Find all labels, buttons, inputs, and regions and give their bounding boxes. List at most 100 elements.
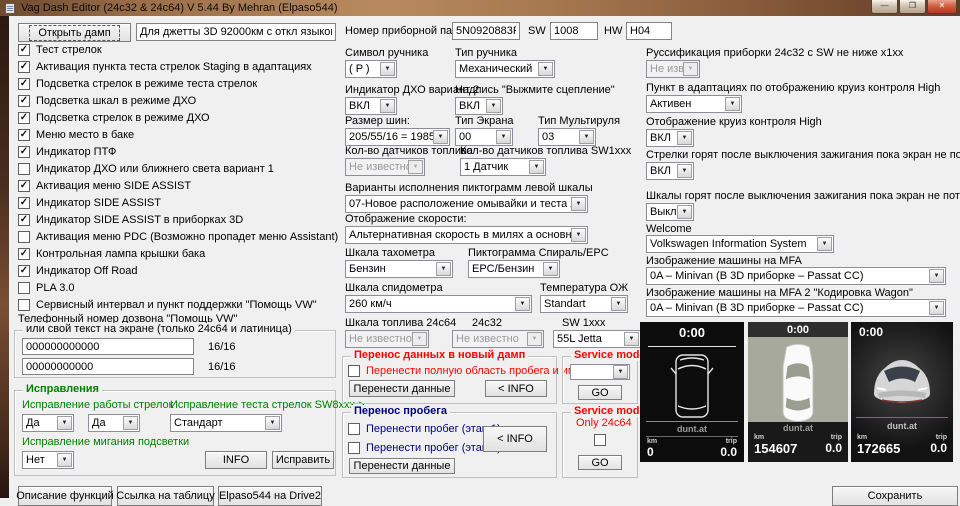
- minimize-icon[interactable]: —: [871, 0, 898, 14]
- tacho-select[interactable]: Бензин ▼: [345, 260, 453, 278]
- checkbox-item[interactable]: Активация меню PDC (Возможно пропадет ме…: [18, 228, 338, 245]
- sw-input[interactable]: [550, 22, 598, 40]
- chevron-down-icon[interactable]: ▼: [529, 160, 544, 174]
- checkbox[interactable]: ✓: [18, 77, 30, 90]
- chevron-down-icon[interactable]: ▼: [433, 130, 448, 144]
- checkbox[interactable]: [18, 298, 30, 311]
- dxo2-select[interactable]: ВКЛ ▼: [345, 97, 397, 115]
- welcome-select[interactable]: Volkswagen Information System ▼: [646, 235, 834, 253]
- chevron-down-icon[interactable]: ▼: [515, 297, 530, 311]
- chevron-down-icon[interactable]: ▼: [486, 99, 501, 113]
- handbrake-select[interactable]: Механический ▼: [455, 60, 555, 78]
- checkbox-item[interactable]: ✓ Контрольная лампа крышки бака: [18, 245, 338, 262]
- mfa-select[interactable]: 0A – Minivan (В 3D приборке – Passat CC)…: [646, 267, 946, 285]
- service-mode2-go-button[interactable]: GO: [578, 455, 622, 470]
- checkbox-item[interactable]: Индикатор ДХО или ближнего света вариант…: [18, 160, 338, 177]
- checkbox[interactable]: [18, 281, 30, 294]
- chevron-down-icon[interactable]: ▼: [57, 416, 72, 430]
- chevron-down-icon[interactable]: ▼: [613, 365, 628, 379]
- coolant-select[interactable]: Standart ▼: [540, 295, 628, 313]
- checkbox-item[interactable]: ✓ Индикатор SIDE ASSIST: [18, 194, 338, 211]
- checkbox[interactable]: ✓: [18, 196, 30, 209]
- chevron-down-icon[interactable]: ▼: [677, 131, 692, 145]
- wheel-select[interactable]: 03 ▼: [538, 128, 596, 146]
- chevron-down-icon[interactable]: ▼: [677, 205, 692, 219]
- chevron-down-icon[interactable]: ▼: [496, 130, 511, 144]
- checkbox[interactable]: ✓: [18, 94, 30, 107]
- chevron-down-icon[interactable]: ▼: [929, 301, 944, 315]
- custom-text-input-1[interactable]: [22, 338, 194, 355]
- chevron-down-icon[interactable]: ▼: [538, 62, 553, 76]
- functions-desc-button[interactable]: Описание функций: [16, 486, 114, 506]
- fix-blink-select[interactable]: Нет ▼: [22, 451, 74, 469]
- checkbox[interactable]: ✓: [18, 179, 30, 192]
- custom-text-input-2[interactable]: [22, 358, 194, 375]
- service-mode-select[interactable]: ▼: [570, 364, 630, 380]
- checkbox[interactable]: ✓: [18, 60, 30, 73]
- transfer-dump-button[interactable]: Перенести данные: [349, 380, 455, 397]
- open-dump-button[interactable]: Открыть дамп: [18, 23, 131, 42]
- drive2-link-button[interactable]: Elpaso544 на Drive2: [218, 486, 322, 506]
- pictograms-select[interactable]: 07-Новое расположение омывайки и теста л…: [345, 195, 588, 213]
- checkbox-item[interactable]: ✓ Активация меню SIDE ASSIST: [18, 177, 338, 194]
- checkbox[interactable]: [348, 422, 360, 435]
- chevron-down-icon[interactable]: ▼: [571, 228, 586, 242]
- checkbox-item[interactable]: ✓ Активация пункта теста стрелок Staging…: [18, 58, 338, 75]
- checkbox[interactable]: ✓: [18, 145, 30, 158]
- chevron-down-icon[interactable]: ▼: [543, 262, 558, 276]
- fixes-apply-button[interactable]: Исправить: [272, 451, 334, 469]
- chevron-down-icon[interactable]: ▼: [624, 332, 639, 346]
- checkbox-item[interactable]: ✓ Подсветка шкал в режиме ДХО: [18, 92, 338, 109]
- needles-glow-select[interactable]: ВКЛ ▼: [646, 162, 694, 180]
- checkbox[interactable]: ✓: [18, 111, 30, 124]
- service-mode-go-button[interactable]: GO: [578, 385, 622, 400]
- checkbox-item[interactable]: ✓ Индикатор ПТФ: [18, 143, 338, 160]
- chevron-down-icon[interactable]: ▼: [579, 130, 594, 144]
- checkbox[interactable]: ✓: [18, 128, 30, 141]
- save-button[interactable]: Сохранить: [832, 486, 958, 506]
- cruise-disp-select[interactable]: ВКЛ ▼: [646, 129, 694, 147]
- checkbox-item[interactable]: ✓ Тест стрелок: [18, 41, 338, 58]
- close-icon[interactable]: ✕: [927, 0, 957, 14]
- checkbox-item[interactable]: Сервисный интервал и пункт поддержки "По…: [18, 296, 338, 313]
- chevron-down-icon[interactable]: ▼: [929, 269, 944, 283]
- chevron-down-icon[interactable]: ▼: [123, 416, 138, 430]
- checkbox-item[interactable]: ✓ Подсветка стрелок в режиме ДХО: [18, 109, 338, 126]
- chevron-down-icon[interactable]: ▼: [817, 237, 832, 251]
- checkbox-item[interactable]: ✓ Подсветка стрелок в режиме теста стрел…: [18, 75, 338, 92]
- checkbox[interactable]: [18, 162, 30, 175]
- chevron-down-icon[interactable]: ▼: [677, 164, 692, 178]
- clutch-select[interactable]: ВКЛ ▼: [455, 97, 503, 115]
- chevron-down-icon[interactable]: ▼: [380, 99, 395, 113]
- sym-select[interactable]: ( P ) ▼: [345, 60, 397, 78]
- checkbox[interactable]: [348, 364, 360, 377]
- scales-glow-select[interactable]: Выкл ▼: [646, 203, 694, 221]
- chevron-down-icon[interactable]: ▼: [571, 197, 586, 211]
- panel-id-input[interactable]: [452, 22, 520, 40]
- hw-input[interactable]: [626, 22, 672, 40]
- checkbox-item[interactable]: PLA 3.0: [18, 279, 338, 296]
- maximize-icon[interactable]: ❒: [899, 0, 926, 14]
- speedo-select[interactable]: 260 км/ч ▼: [345, 295, 532, 313]
- spiral-select[interactable]: EPC/Бензин ▼: [468, 260, 560, 278]
- checkbox[interactable]: ✓: [18, 43, 30, 56]
- screen-select[interactable]: 00 ▼: [455, 128, 513, 146]
- checkbox[interactable]: [594, 434, 606, 446]
- cruise-adapt-select[interactable]: Активен ▼: [646, 95, 742, 113]
- table-link-button[interactable]: Ссылка на таблицу: [116, 486, 215, 506]
- checkbox[interactable]: [348, 441, 360, 454]
- checkbox-item[interactable]: ✓ Индикатор SIDE ASSIST в приборках 3D: [18, 211, 338, 228]
- fix-arrows-select-2[interactable]: Да ▼: [88, 414, 140, 432]
- checkbox[interactable]: ✓: [18, 264, 30, 277]
- chevron-down-icon[interactable]: ▼: [436, 262, 451, 276]
- mileage-stage2-row[interactable]: Перенести пробег (этап 2): [348, 439, 501, 456]
- mileage-stage1-row[interactable]: Перенести пробег (этап 1): [348, 420, 501, 437]
- checkbox[interactable]: [18, 230, 30, 243]
- filename-input[interactable]: [136, 23, 336, 41]
- transfer-mileage-info-button[interactable]: < INFO: [483, 426, 547, 452]
- checkbox-item[interactable]: ✓ Меню место в баке: [18, 126, 338, 143]
- mfa2-select[interactable]: 0A – Minivan (В 3D приборке – Passat CC)…: [646, 299, 946, 317]
- chevron-down-icon[interactable]: ▼: [611, 297, 626, 311]
- chevron-down-icon[interactable]: ▼: [265, 416, 280, 430]
- chevron-down-icon[interactable]: ▼: [725, 97, 740, 111]
